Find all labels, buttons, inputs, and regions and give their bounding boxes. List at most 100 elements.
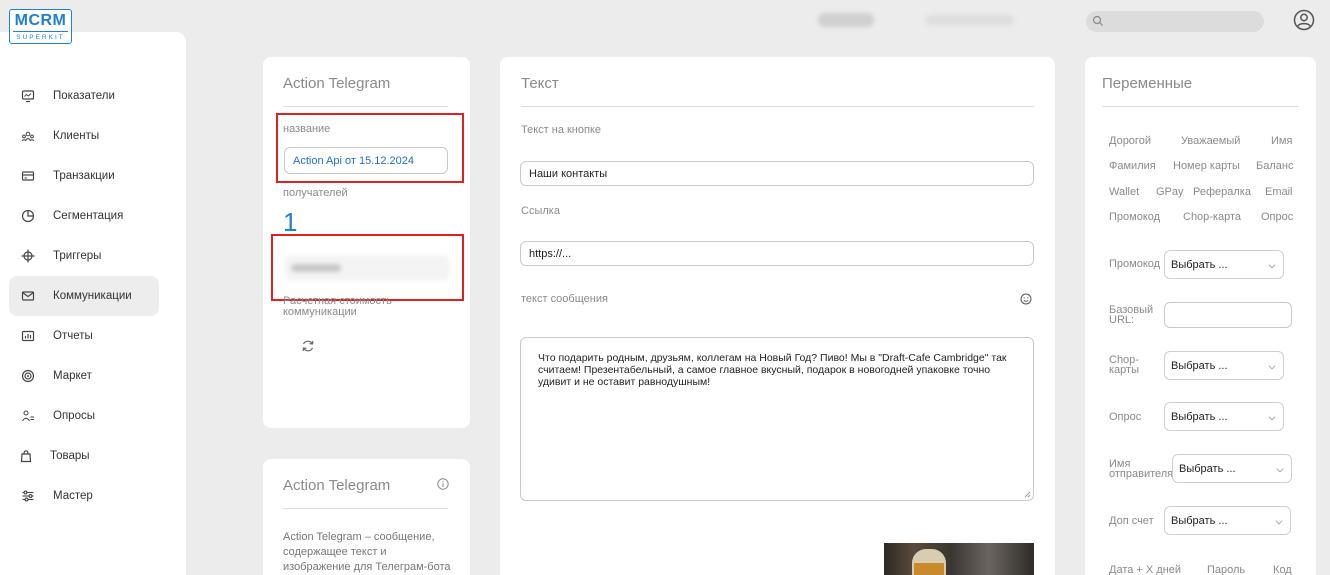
sidebar: Показатели Клиенты Транзакции Сегментаци… — [0, 32, 186, 575]
action-card: Action Telegram название Action Api от 1… — [263, 57, 470, 428]
highlight-box — [271, 234, 464, 301]
bag-icon — [20, 450, 32, 463]
chevron-down-icon — [1268, 362, 1276, 369]
sidebar-item-surveys[interactable]: Опросы — [9, 396, 159, 436]
user-profile-button[interactable] — [1293, 9, 1315, 36]
promo-label: Промокод — [1109, 258, 1161, 270]
variable-chip[interactable]: Wallet — [1109, 186, 1139, 198]
sliders-icon — [22, 490, 34, 502]
link-input[interactable]: https://... — [520, 241, 1034, 266]
info-card: Action Telegram Action Telegram – сообще… — [263, 459, 470, 575]
chop-label: Chop-карты — [1109, 354, 1139, 376]
variable-chip[interactable]: Дорогой — [1109, 135, 1151, 147]
chop-select-value: Выбрать ... — [1171, 359, 1228, 372]
highlight-box — [276, 113, 464, 183]
variable-chip[interactable]: Email — [1265, 186, 1293, 198]
sender-select-value: Выбрать ... — [1179, 462, 1236, 475]
search-input[interactable] — [1086, 11, 1264, 32]
sidebar-item-label: Отчеты — [53, 330, 93, 342]
sidebar-item-clients[interactable]: Клиенты — [9, 116, 159, 156]
sidebar-item-communications[interactable]: Коммуникации — [9, 276, 159, 316]
monitor-icon — [21, 90, 35, 103]
info-icon[interactable] — [437, 478, 449, 490]
refresh-icon[interactable] — [301, 339, 315, 353]
variable-chip[interactable]: Рефералка — [1193, 186, 1251, 198]
recipients-label: получателей — [283, 187, 348, 199]
text-card: Текст Текст на кнопке Наши контакты Ссыл… — [500, 57, 1055, 575]
variable-chip[interactable]: Chop-карта — [1183, 211, 1241, 223]
sidebar-item-label: Показатели — [53, 90, 115, 102]
button-text-input[interactable]: Наши контакты — [520, 161, 1034, 186]
variable-chip[interactable]: Код — [1273, 564, 1292, 575]
sidebar-item-label: Мастер — [53, 490, 93, 502]
divider — [521, 106, 1034, 107]
sidebar-item-label: Опросы — [53, 410, 95, 422]
variables-card: Переменные Дорогой Уважаемый Имя Фамилия… — [1085, 57, 1316, 575]
variable-chip[interactable]: Промокод — [1109, 211, 1160, 223]
logo-text: MCRM — [14, 12, 67, 29]
base-url-input[interactable] — [1164, 302, 1292, 328]
variable-chip[interactable]: GPay — [1156, 186, 1184, 198]
button-text-label: Текст на кнопке — [521, 124, 602, 136]
extra-account-label: Доп счет — [1109, 515, 1154, 527]
emoji-icon[interactable] — [1020, 293, 1032, 305]
sidebar-item-transactions[interactable]: Транзакции — [9, 156, 159, 196]
sidebar-item-master[interactable]: Мастер — [9, 476, 159, 516]
sidebar-item-market[interactable]: Маркет — [9, 356, 159, 396]
divider — [283, 508, 448, 509]
sidebar-item-segmentation[interactable]: Сегментация — [9, 196, 159, 236]
cost-label: Расчетная стоимость коммуникации — [283, 295, 392, 318]
resize-handle-icon[interactable] — [1023, 490, 1031, 498]
chop-select[interactable]: Выбрать ... — [1164, 351, 1284, 380]
variable-chip[interactable]: Дата + X дней — [1109, 564, 1181, 575]
sidebar-item-label: Клиенты — [53, 130, 100, 142]
sidebar-item-label: Транзакции — [53, 170, 115, 182]
chevron-down-icon — [1268, 413, 1276, 420]
divider — [1102, 106, 1299, 107]
message-textarea[interactable]: Что подарить родным, друзьям, коллегам н… — [520, 337, 1034, 501]
variable-chip[interactable]: Пароль — [1207, 564, 1245, 575]
variable-chip[interactable]: Номер карты — [1173, 160, 1240, 172]
info-text: Action Telegram – сообщение, содержащее … — [283, 531, 451, 573]
sidebar-item-label: Сегментация — [53, 210, 124, 222]
variables-card-title: Переменные — [1102, 75, 1193, 92]
survey-icon — [22, 410, 34, 422]
message-text: Что подарить родным, друзьям, коллегам н… — [538, 352, 1007, 388]
chevron-down-icon — [1268, 261, 1276, 268]
extra-account-select[interactable]: Выбрать ... — [1164, 506, 1291, 535]
sidebar-item-label: Коммуникации — [53, 290, 132, 302]
search-icon — [1092, 15, 1103, 26]
text-card-title: Текст — [521, 75, 559, 92]
link-label: Ссылка — [521, 205, 560, 217]
sidebar-item-label: Триггеры — [53, 250, 102, 262]
variable-chip[interactable]: Имя — [1271, 135, 1292, 147]
user-circle-icon — [1293, 9, 1315, 31]
mcrm-logo[interactable]: MCRM SUPERKIT — [9, 9, 72, 44]
chevron-down-icon — [1275, 517, 1283, 524]
promo-select[interactable]: Выбрать ... — [1164, 250, 1284, 279]
blurred-header-item — [926, 15, 1014, 25]
promo-select-value: Выбрать ... — [1171, 258, 1228, 271]
sidebar-item-indicators[interactable]: Показатели — [9, 76, 159, 116]
message-image — [884, 543, 1034, 575]
survey-select-value: Выбрать ... — [1171, 410, 1228, 423]
variable-chip[interactable]: Баланс — [1256, 160, 1293, 172]
chevron-down-icon — [1276, 465, 1284, 472]
action-card-title: Action Telegram — [283, 75, 391, 92]
variable-chip[interactable]: Опрос — [1261, 211, 1293, 223]
survey-select[interactable]: Выбрать ... — [1164, 402, 1284, 431]
extra-account-select-value: Выбрать ... — [1171, 514, 1228, 527]
variable-chip[interactable]: Фамилия — [1109, 160, 1156, 172]
logo-subtext: SUPERKIT — [13, 31, 68, 42]
mail-icon — [21, 291, 35, 301]
sidebar-item-goods[interactable]: Товары — [9, 436, 159, 476]
sidebar-item-triggers[interactable]: Триггеры — [9, 236, 159, 276]
target-icon — [21, 369, 35, 383]
sidebar-item-label: Товары — [50, 450, 90, 462]
info-card-title: Action Telegram — [283, 477, 391, 494]
sender-select[interactable]: Выбрать ... — [1172, 454, 1292, 483]
sidebar-item-label: Маркет — [53, 370, 92, 382]
sidebar-item-reports[interactable]: Отчеты — [9, 316, 159, 356]
base-url-label: Базовый URL: — [1109, 304, 1154, 326]
variable-chip[interactable]: Уважаемый — [1181, 135, 1240, 147]
